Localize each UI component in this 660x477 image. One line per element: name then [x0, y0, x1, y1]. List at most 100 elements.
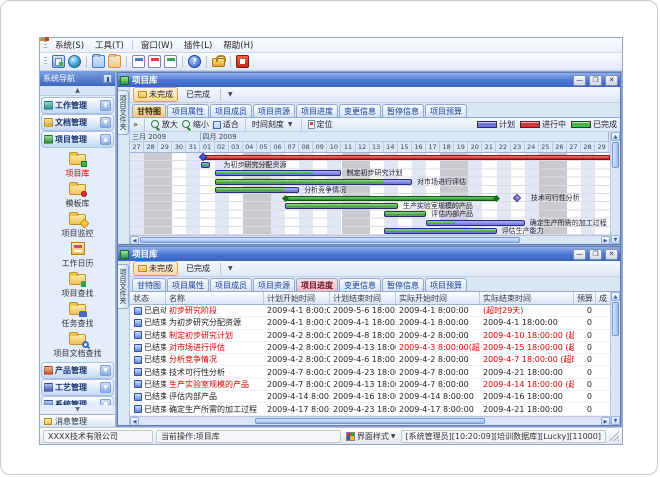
group-document-management[interactable]: 文档管理▼	[42, 115, 113, 130]
column-header-4[interactable]: 计划结束时间	[330, 292, 396, 304]
table-horizontal-scrollbar[interactable]: ◀ ▶	[130, 416, 610, 425]
nav-project-doc-search[interactable]: 项目文档查找	[42, 330, 113, 360]
tab-project-budget[interactable]: 项目预算	[425, 104, 467, 117]
filter-unfinished[interactable]: 未完成	[133, 261, 178, 276]
filter-finished[interactable]: 已完成	[181, 261, 215, 276]
tab-project-budget[interactable]: 项目预算	[425, 278, 467, 291]
tab-project-resources[interactable]: 项目资源	[253, 104, 295, 117]
chevron-down-icon[interactable]: ▼	[100, 117, 111, 128]
column-header-1[interactable]: 状态	[130, 292, 166, 304]
gantt-vertical-scrollbar[interactable]: ▲ ▼	[610, 132, 620, 244]
scroll-up-icon[interactable]: ▲	[611, 292, 620, 301]
report-red-icon[interactable]	[148, 55, 161, 68]
report-green-icon[interactable]	[164, 55, 177, 68]
column-header-6[interactable]: 实际结束时间	[480, 292, 574, 304]
column-header-8[interactable]: 成	[596, 292, 610, 304]
table-row[interactable]: 已结束分析竞争情况2009-4-2 8:00:002009-4-6 18:00:…	[130, 354, 610, 366]
interface-style-dropdown[interactable]: 界面样式 ▼	[344, 431, 398, 442]
filter-overflow-icon[interactable]: ▼	[226, 265, 235, 272]
folder-closed-icon[interactable]	[92, 55, 105, 68]
tab-change-info[interactable]: 变更信息	[339, 278, 381, 291]
nav-project-library[interactable]: 项目库	[42, 150, 113, 180]
report-blue-icon[interactable]	[132, 55, 145, 68]
toolbar-overflow-button[interactable]: »	[133, 120, 138, 129]
table-row[interactable]: 已结束技术可行性分析2009-4-7 8:00:002009-4-23 18:0…	[130, 366, 610, 378]
scroll-left-icon[interactable]: ◀	[130, 236, 139, 244]
nav-task-search[interactable]: 任务查找	[42, 300, 113, 330]
table-row[interactable]: 已结束生产实验室规模的产品2009-4-7 8:00:002009-4-13 1…	[130, 379, 610, 391]
tab-project-folder[interactable]: 项目文件夹	[118, 264, 129, 309]
table-row[interactable]: 已结束为初步研究分配资源2009-4-1 8:00:002009-4-1 18:…	[130, 317, 610, 329]
gantt-bar-task[interactable]	[384, 228, 497, 234]
scroll-track[interactable]	[611, 337, 620, 416]
chevron-down-icon[interactable]: ▼	[100, 365, 111, 376]
sidebar-overflow-button[interactable]: ▼	[40, 405, 115, 414]
scroll-down-icon[interactable]: ▼	[611, 235, 620, 244]
chevron-down-icon[interactable]: ▼	[100, 100, 111, 111]
locate-button[interactable]: 定位	[308, 119, 333, 130]
close-button[interactable]: ✕	[605, 249, 618, 260]
chevron-up-icon[interactable]: ▲	[100, 134, 111, 145]
chevron-down-icon[interactable]: ▼	[100, 382, 111, 393]
scroll-thumb[interactable]	[612, 142, 619, 168]
help-icon[interactable]	[188, 55, 201, 68]
group-system-management[interactable]: 系统管理▼	[42, 397, 113, 405]
scroll-thumb[interactable]	[140, 237, 520, 243]
scroll-down-icon[interactable]: ▼	[611, 416, 620, 425]
menu-help[interactable]: 帮助(H)	[218, 38, 258, 52]
menu-plugins[interactable]: 插件(L)	[179, 38, 217, 52]
nav-template-library[interactable]: 模板库	[42, 180, 113, 210]
table-row[interactable]: 已结束评估内部产品2009-4-14 8:00:002009-4-16 18:0…	[130, 391, 610, 403]
gantt-horizontal-scrollbar[interactable]: ◀ ▶	[130, 235, 610, 244]
scroll-up-icon[interactable]: ▲	[611, 132, 620, 141]
column-header-3[interactable]: 计划开始时间	[264, 292, 330, 304]
scroll-right-icon[interactable]: ▶	[601, 236, 610, 244]
scroll-track[interactable]	[486, 417, 601, 425]
timescale-dropdown[interactable]: 时间刻度▼	[252, 119, 295, 130]
column-header-5[interactable]: 实际开始时间	[396, 292, 480, 304]
resize-grip[interactable]	[609, 431, 619, 441]
tab-pause-info[interactable]: 暂停信息	[382, 278, 424, 291]
exit-icon[interactable]	[236, 55, 249, 68]
tab-pause-info[interactable]: 暂停信息	[382, 104, 424, 117]
gantt-bar-task[interactable]	[285, 203, 398, 209]
zoom-in-button[interactable]: 放大	[151, 119, 178, 130]
scroll-thumb[interactable]	[612, 302, 619, 336]
gantt-bar-inprogress[interactable]	[201, 155, 611, 160]
table-row[interactable]: 已启动初步研究阶段2009-4-1 8:00:002009-5-6 18:00:…	[130, 305, 610, 317]
zoom-out-button[interactable]: 缩小	[182, 119, 209, 130]
maximize-button[interactable]: ❐	[589, 249, 602, 260]
menu-system[interactable]: 系统(S)	[50, 38, 89, 52]
scroll-thumb[interactable]	[255, 418, 485, 424]
sidebar-collapse-button[interactable]: ▲	[40, 86, 115, 96]
nav-project-monitor[interactable]: 项目监控	[42, 210, 113, 240]
menu-tools[interactable]: 工具(T)	[90, 38, 129, 52]
table-row[interactable]: 已结束确定生产所需的加工过程2009-4-17 8:00:002009-4-23…	[130, 403, 610, 415]
minimize-button[interactable]: —	[573, 249, 586, 260]
scroll-left-icon[interactable]: ◀	[130, 417, 139, 425]
close-button[interactable]: ✕	[605, 75, 618, 86]
table-vertical-scrollbar[interactable]: ▲ ▼	[610, 292, 620, 425]
table-row[interactable]: 已结束对市场进行评估2009-4-2 8:00:002009-4-13 18:0…	[130, 342, 610, 354]
fit-button[interactable]: 适合	[213, 119, 239, 130]
tab-project-properties[interactable]: 项目属性	[167, 278, 209, 291]
maximize-button[interactable]: ❐	[589, 75, 602, 86]
tab-project-properties[interactable]: 项目属性	[167, 104, 209, 117]
nav-work-calendar[interactable]: 工作日历	[42, 240, 113, 270]
group-product-management[interactable]: 产品管理▼	[42, 363, 113, 378]
tab-project-progress[interactable]: 项目进度	[296, 278, 338, 291]
tab-project-members[interactable]: 项目成员	[210, 104, 252, 117]
gantt-bar-task[interactable]	[215, 187, 300, 193]
filter-overflow-icon[interactable]: ▼	[226, 91, 235, 98]
lock-icon[interactable]	[212, 58, 225, 67]
gantt-bar-task[interactable]	[426, 220, 525, 226]
column-header-2[interactable]: 名称	[166, 292, 264, 304]
filter-finished[interactable]: 已完成	[181, 87, 215, 102]
minimize-button[interactable]: —	[573, 75, 586, 86]
scroll-track[interactable]	[521, 236, 601, 244]
gantt-bar-task[interactable]	[201, 162, 210, 168]
folder-selected-icon[interactable]	[108, 55, 121, 68]
group-work-management[interactable]: 工作管理▼	[42, 98, 113, 113]
nav-project-search[interactable]: 项目查找	[42, 270, 113, 300]
gantt-bar-summary[interactable]	[285, 196, 497, 201]
